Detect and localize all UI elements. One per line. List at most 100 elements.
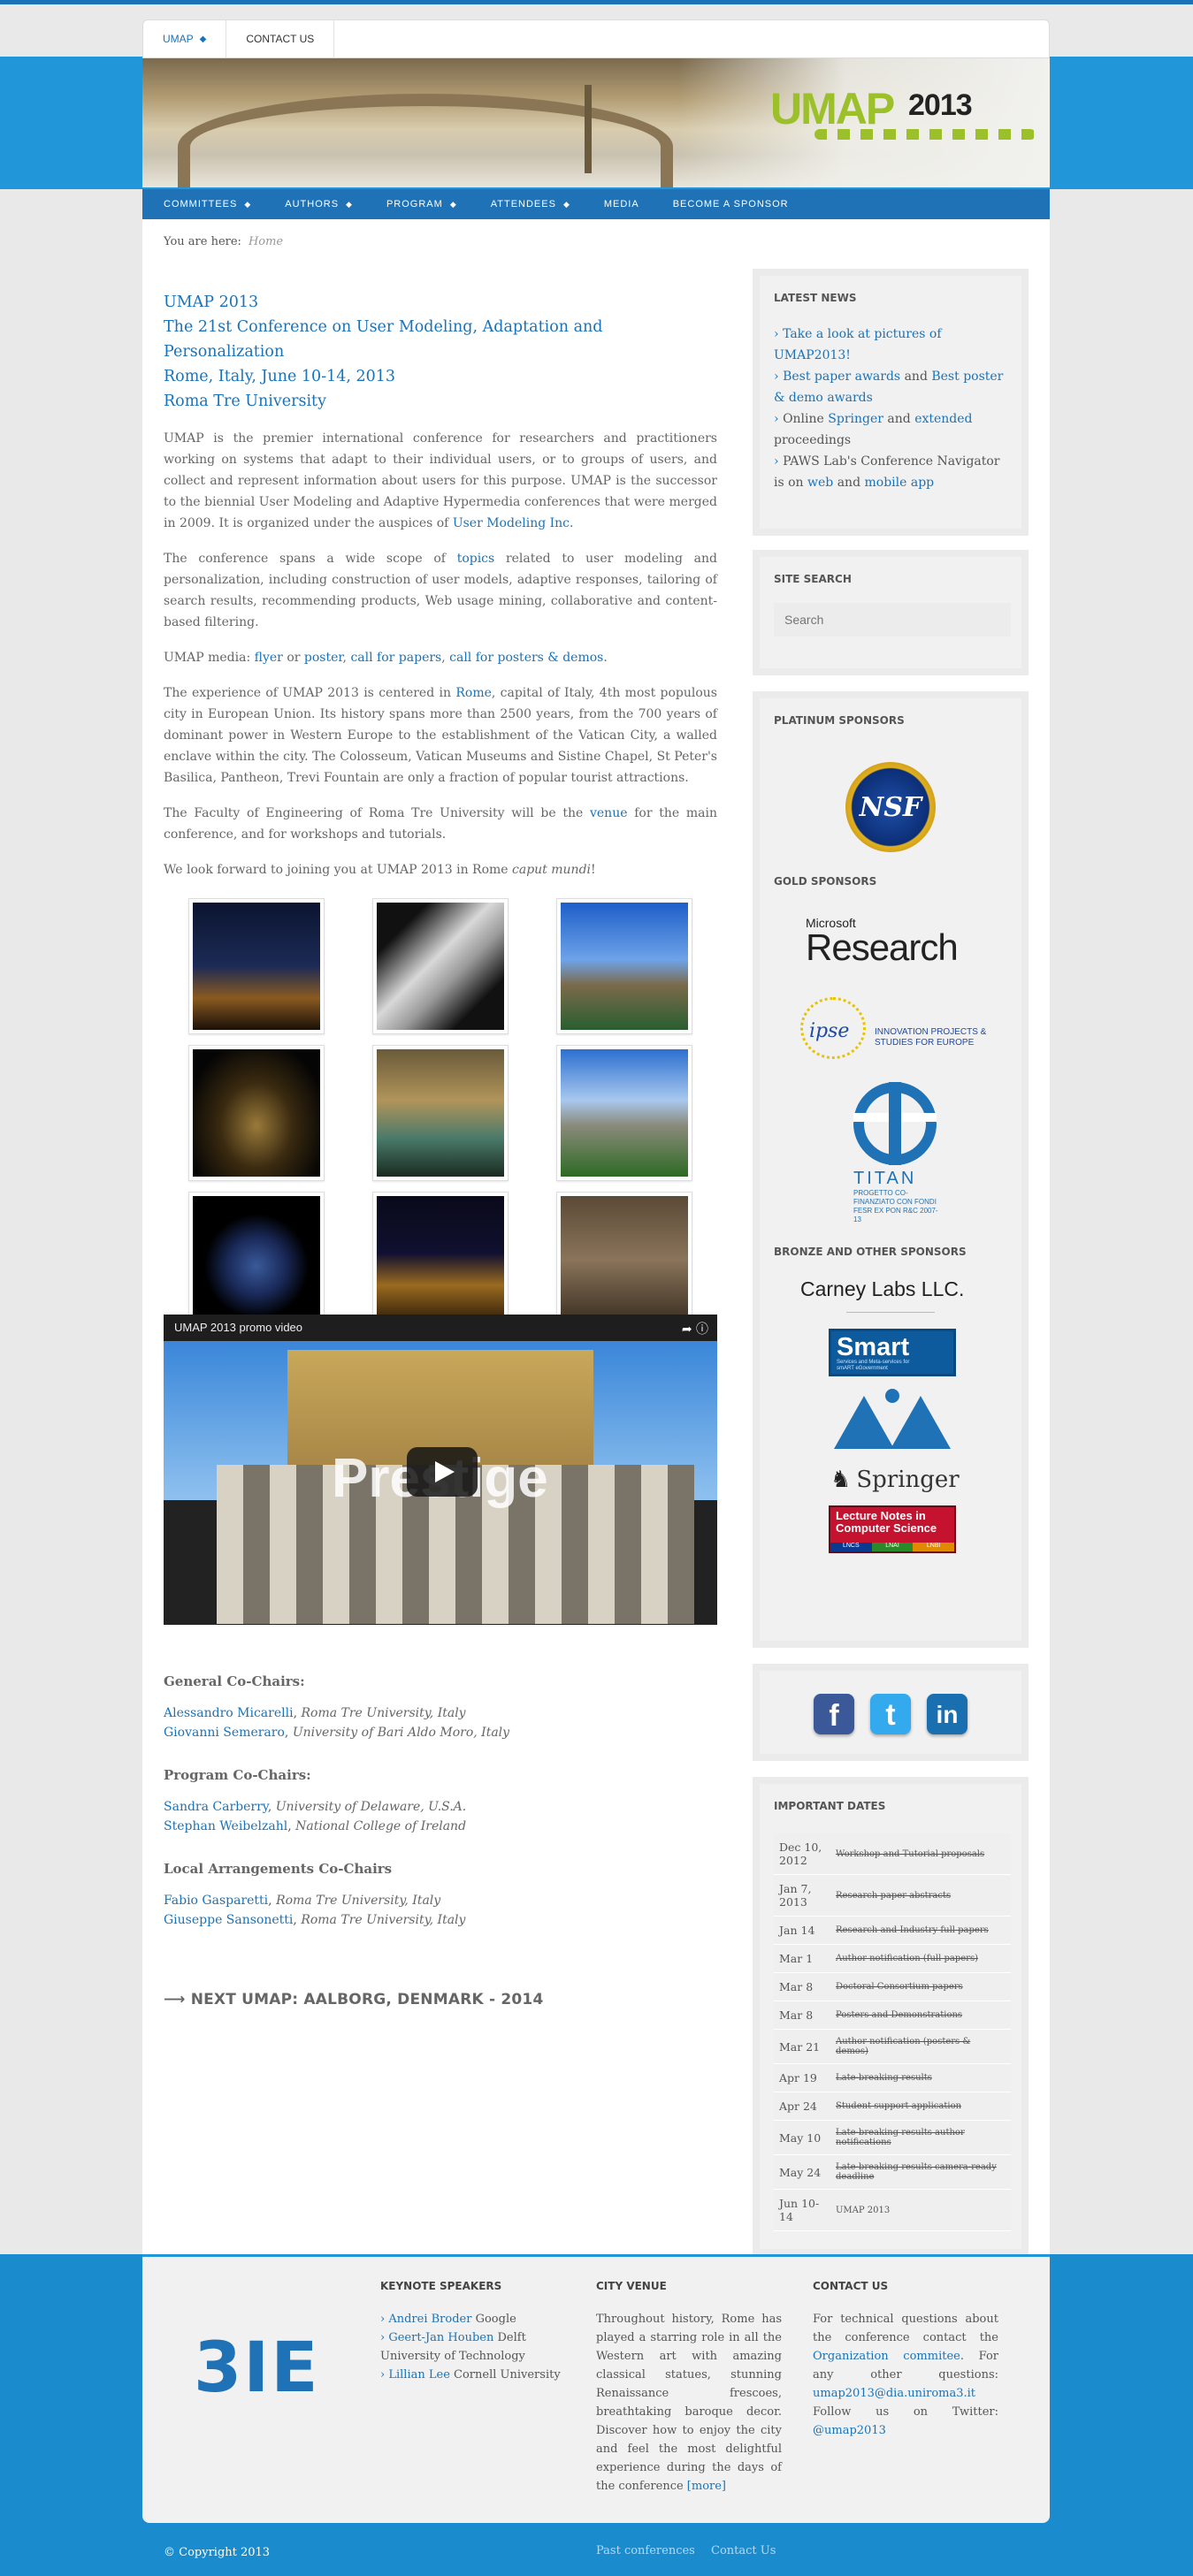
mobile-app-link[interactable]: mobile app [864, 476, 934, 490]
topics-link[interactable]: topics [457, 552, 495, 566]
facebook-glyph: f [829, 1699, 839, 1733]
user-modeling-inc-link[interactable]: User Modeling Inc. [453, 516, 574, 530]
microsoft-research-logo[interactable]: Microsoft Research [806, 916, 991, 966]
keynote-link[interactable]: Andrei Broder [388, 2313, 471, 2326]
keynote-list: › Andrei Broder Google › Geert-Jan Hoube… [380, 2310, 566, 2384]
date-row: Jun 10-14 UMAP 2013 [774, 2189, 1011, 2231]
best-paper-link[interactable]: Best paper awards [783, 370, 900, 384]
nav-program[interactable]: PROGRAM ◆ [386, 199, 457, 210]
lncs-logo[interactable]: Lecture Notes in Computer Science LNCS L… [829, 1505, 956, 1553]
chair-affiliation: Roma Tre University, Italy [276, 1894, 441, 1908]
venue-more-link[interactable]: [more] [687, 2480, 726, 2493]
event-cell: Author notification (full papers) [830, 1944, 1011, 1973]
date-cell: Dec 10, 2012 [774, 1833, 830, 1875]
linkedin-icon[interactable]: in [927, 1694, 967, 1734]
twitter-glyph: t [885, 1698, 896, 1732]
nav-become-sponsor[interactable]: BECOME A SPONSOR [673, 199, 789, 210]
page-title: UMAP 2013 The 21st Conference on User Mo… [164, 290, 717, 414]
gallery-thumb[interactable] [188, 1045, 325, 1181]
promo-video[interactable]: Prestige UMAP 2013 promo video ➦ ⓘ [164, 1315, 717, 1625]
chair-name-link[interactable]: Fabio Gasparetti [164, 1894, 268, 1908]
venue-link[interactable]: venue [590, 806, 628, 820]
gallery-thumb[interactable] [372, 898, 509, 1034]
organization-committee-link[interactable]: Organization commitee [813, 2350, 960, 2363]
news-pictures-link[interactable]: Take a look at pictures of UMAP2013! [774, 327, 942, 362]
titan-logo[interactable]: TITAN PROGETTO CO-FINANZIATO CON FONDI F… [853, 1082, 951, 1224]
umap-logo[interactable]: UMAP [770, 83, 895, 134]
springer-link[interactable]: Springer [828, 412, 883, 426]
gallery-thumb[interactable] [372, 1045, 509, 1181]
nav-media[interactable]: MEDIA [604, 199, 639, 210]
smart-logo[interactable]: Smart Services and Meta-services for smA… [829, 1329, 956, 1376]
gallery-thumb[interactable] [372, 1192, 509, 1328]
call-for-posters-link[interactable]: call for posters & demos [449, 651, 603, 665]
media-paragraph: UMAP media: flyer or poster, call for pa… [164, 647, 717, 668]
news-item: › Best paper awards and Best poster & de… [774, 366, 1007, 408]
share-icon[interactable]: ➦ [682, 1322, 692, 1337]
chair-person: Giovanni Semeraro, University of Bari Al… [164, 1726, 510, 1740]
video-title[interactable]: UMAP 2013 promo video [174, 1321, 302, 1334]
ipse-logo[interactable]: ipse INNOVATION PROJECTS & STUDIES FOR E… [800, 997, 1004, 1059]
contact-email-link[interactable]: umap2013@dia.uniroma3.it [813, 2387, 975, 2400]
gallery-thumb[interactable] [556, 898, 692, 1034]
keynote-affiliation: Google [475, 2313, 516, 2326]
gallery-thumb[interactable] [556, 1192, 692, 1328]
news-text: and [883, 412, 915, 426]
rome-paragraph: The experience of UMAP 2013 is centered … [164, 682, 717, 789]
date-row: Mar 8 Doctoral Consortium papers [774, 1972, 1011, 2001]
info-icon[interactable]: ⓘ [696, 1322, 708, 1337]
nsf-logo[interactable]: NSF [845, 762, 936, 852]
aia-logo[interactable] [834, 1389, 951, 1449]
carney-labs-logo[interactable]: Carney Labs LLC. [800, 1277, 1007, 1301]
contact-body: For technical questions about the confer… [813, 2313, 998, 2344]
play-button[interactable] [407, 1447, 478, 1497]
gallery-thumb[interactable] [188, 898, 325, 1034]
linkedin-glyph: in [936, 1701, 959, 1728]
gallery-thumb[interactable] [188, 1192, 325, 1328]
call-for-papers-link[interactable]: call for papers [350, 651, 441, 665]
chair-name-link[interactable]: Giuseppe Sansonetti [164, 1913, 293, 1927]
nav-committees[interactable]: COMMITTEES ◆ [164, 199, 251, 210]
aia-shape [834, 1396, 894, 1449]
main-navigation: COMMITTEES ◆ AUTHORS ◆ PROGRAM ◆ ATTENDEES ◆… [142, 189, 1050, 219]
twitter-handle-link[interactable]: @umap2013 [813, 2424, 886, 2437]
topnav-contact-us[interactable]: CONTACT US [226, 20, 335, 57]
date-cell: May 24 [774, 2154, 830, 2190]
gallery-thumb[interactable] [556, 1045, 692, 1181]
3ie-logo-text: 3IE [194, 2328, 320, 2408]
chair-name-link[interactable]: Alessandro Micarelli [164, 1706, 294, 1720]
date-cell: Jan 7, 2013 [774, 1874, 830, 1917]
event-cell: Late-breaking results [830, 2063, 1011, 2092]
title-line: Roma Tre University [164, 392, 326, 410]
scope-paragraph: The conference spans a wide scope of top… [164, 548, 717, 633]
3ie-logo[interactable]: 3IE [194, 2328, 320, 2409]
past-conferences-link[interactable]: Past conferences [596, 2544, 695, 2557]
poster-link[interactable]: poster [304, 651, 343, 665]
extended-link[interactable]: extended [914, 412, 972, 426]
nav-authors[interactable]: AUTHORS ◆ [285, 199, 353, 210]
facebook-icon[interactable]: f [814, 1694, 854, 1734]
springer-logo[interactable]: ♞ Springer [830, 1467, 1007, 1493]
date-row: Mar 1 Author notification (full papers) [774, 1944, 1011, 1973]
chair-name-link[interactable]: Stephan Weibelzahl [164, 1819, 287, 1833]
chair-name-link[interactable]: Giovanni Semeraro [164, 1726, 285, 1740]
closing-text: ! [591, 863, 596, 877]
page-body: You are here: Home UMAP 2013 The 21st Con… [142, 219, 1050, 2256]
next-umap-link[interactable]: ⟶ NEXT UMAP: AALBORG, DENMARK - 2014 [164, 1991, 543, 2008]
topnav-umap[interactable]: UMAP ◆ [143, 20, 227, 57]
footer-contact-link[interactable]: Contact Us [711, 2544, 776, 2557]
gold-sponsors-heading: GOLD SPONSORS [774, 875, 877, 888]
date-row: Apr 19 Late-breaking results [774, 2063, 1011, 2092]
rome-link[interactable]: Rome [455, 686, 492, 700]
news-text: Online [783, 412, 829, 426]
keynote-link[interactable]: Lillian Lee [388, 2368, 450, 2382]
chair-name-link[interactable]: Sandra Carberry [164, 1800, 268, 1814]
news-item: › Online Springer and extended proceedin… [774, 408, 1007, 451]
flyer-link[interactable]: flyer [255, 651, 283, 665]
bullet-icon: › [380, 2313, 389, 2326]
search-input[interactable] [774, 603, 1011, 636]
nav-attendees[interactable]: ATTENDEES ◆ [491, 199, 570, 210]
twitter-icon[interactable]: t [870, 1694, 911, 1734]
keynote-link[interactable]: Geert-Jan Houben [388, 2331, 493, 2344]
web-link[interactable]: web [807, 476, 833, 490]
